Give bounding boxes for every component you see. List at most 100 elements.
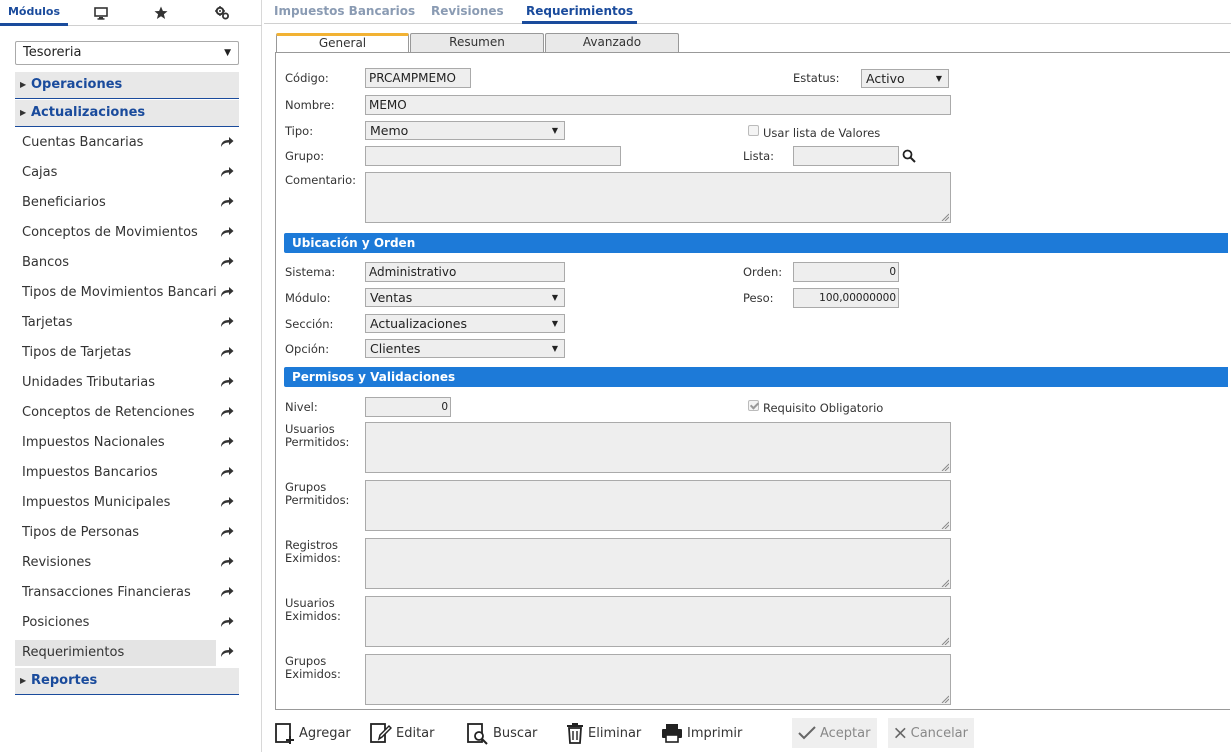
opcion-select[interactable]: Clientes ▼ <box>365 339 565 358</box>
sidebar-item[interactable]: Requerimientos <box>15 640 239 666</box>
lista-field[interactable] <box>793 146 899 166</box>
share-arrow-icon[interactable] <box>220 136 234 148</box>
editar-button[interactable]: Editar <box>370 718 435 748</box>
sidebar-item[interactable]: Conceptos de Movimientos <box>15 220 239 246</box>
share-arrow-icon[interactable] <box>220 286 234 298</box>
sidebar-item[interactable]: Tipos de Personas <box>15 520 239 546</box>
aceptar-button[interactable]: Aceptar <box>792 718 877 748</box>
share-arrow-icon[interactable] <box>220 256 234 268</box>
share-arrow-icon[interactable] <box>220 166 234 178</box>
share-arrow-icon[interactable] <box>220 526 234 538</box>
cancelar-button[interactable]: Cancelar <box>888 718 974 748</box>
codigo-field[interactable]: PRCAMPMEMO <box>365 68 471 88</box>
tab-revisiones[interactable]: Revisiones <box>431 0 504 24</box>
resize-grip-icon[interactable] <box>941 521 949 529</box>
sidebar-item[interactable]: Conceptos de Retenciones <box>15 400 239 426</box>
resize-grip-icon[interactable] <box>941 695 949 703</box>
grupos-permitidos-label-2: Permitidos: <box>285 493 350 507</box>
share-arrow-icon[interactable] <box>220 316 234 328</box>
modulo-select[interactable]: Ventas ▼ <box>365 288 565 307</box>
subtab-resumen[interactable]: Resumen <box>410 33 544 52</box>
usar-lista-label: Usar lista de Valores <box>763 126 881 140</box>
share-arrow-icon[interactable] <box>220 346 234 358</box>
tab-modulos[interactable]: Módulos <box>0 0 68 26</box>
sidebar-item[interactable]: Tipos de Movimientos Bancari <box>15 280 239 306</box>
nivel-field[interactable]: 0 <box>365 397 451 417</box>
requisito-label: Requisito Obligatorio <box>763 401 884 415</box>
top-tabs: Impuestos Bancarios Revisiones Requerimi… <box>264 0 1231 24</box>
chevron-down-icon: ▼ <box>551 344 558 353</box>
sidebar-item[interactable]: Impuestos Municipales <box>15 490 239 516</box>
share-arrow-icon[interactable] <box>220 196 234 208</box>
peso-field[interactable]: 100,00000000 <box>793 288 899 308</box>
sidebar-item[interactable]: Cajas <box>15 160 239 186</box>
sidebar-item-label: Conceptos de Movimientos <box>22 225 198 240</box>
sidebar-item[interactable]: Tipos de Tarjetas <box>15 340 239 366</box>
sistema-field[interactable]: Administrativo <box>365 262 565 282</box>
share-arrow-icon[interactable] <box>220 376 234 388</box>
sidebar-item[interactable]: Posiciones <box>15 610 239 636</box>
resize-grip-icon[interactable] <box>941 579 949 587</box>
chevron-down-icon: ▼ <box>935 74 942 83</box>
sidebar-item[interactable]: Cuentas Bancarias <box>15 130 239 156</box>
usar-lista-checkbox[interactable] <box>748 125 759 136</box>
caret-right-icon: ▶ <box>20 676 27 685</box>
share-arrow-icon[interactable] <box>220 646 234 658</box>
sidebar-item[interactable]: Impuestos Nacionales <box>15 430 239 456</box>
grupos-eximidos-textarea[interactable] <box>365 654 951 705</box>
sidebar-item[interactable]: Beneficiarios <box>15 190 239 216</box>
subtab-general[interactable]: General <box>276 33 409 53</box>
grupos-permitidos-textarea[interactable] <box>365 480 951 531</box>
tab-desktop[interactable] <box>84 0 118 26</box>
chevron-down-icon: ▼ <box>551 293 558 302</box>
share-arrow-icon[interactable] <box>220 226 234 238</box>
search-icon[interactable] <box>902 149 916 163</box>
nombre-field[interactable]: MEMO <box>365 95 951 115</box>
tab-requerimientos[interactable]: Requerimientos <box>522 0 638 24</box>
comentario-textarea[interactable] <box>365 172 951 223</box>
tab-favorites[interactable] <box>144 0 178 26</box>
tab-impuestos-bancarios[interactable]: Impuestos Bancarios <box>274 0 415 24</box>
sidebar-item[interactable]: Revisiones <box>15 550 239 576</box>
share-arrow-icon[interactable] <box>220 616 234 628</box>
resize-grip-icon[interactable] <box>941 637 949 645</box>
section-reportes[interactable]: ▶ Reportes <box>15 668 239 695</box>
requisito-checkbox[interactable] <box>748 400 759 411</box>
agregar-button[interactable]: Agregar <box>275 718 351 748</box>
usuarios-permitidos-textarea[interactable] <box>365 422 951 473</box>
tab-settings[interactable] <box>205 0 239 26</box>
sidebar-item[interactable]: Impuestos Bancarios <box>15 460 239 486</box>
buscar-button[interactable]: Buscar <box>467 718 537 748</box>
grupo-field[interactable] <box>365 146 621 166</box>
section-actualizaciones[interactable]: ▶ Actualizaciones <box>15 100 239 127</box>
resize-grip-icon[interactable] <box>941 213 949 221</box>
share-arrow-icon[interactable] <box>220 436 234 448</box>
sidebar-item[interactable]: Unidades Tributarias <box>15 370 239 396</box>
modulo-value: Ventas <box>370 290 413 305</box>
sidebar-item[interactable]: Bancos <box>15 250 239 276</box>
sidebar-item[interactable]: Transacciones Financieras <box>15 580 239 606</box>
usuarios-eximidos-textarea[interactable] <box>365 596 951 647</box>
subtab-avanzado[interactable]: Avanzado <box>545 33 679 52</box>
share-arrow-icon[interactable] <box>220 406 234 418</box>
module-select[interactable]: Tesoreria ▼ <box>15 41 239 65</box>
sidebar-item[interactable]: Tarjetas <box>15 310 239 336</box>
share-arrow-icon[interactable] <box>220 466 234 478</box>
usuarios-permitidos-label-2: Permitidos: <box>285 435 350 449</box>
usuarios-eximidos-label-2: Eximidos: <box>285 609 341 623</box>
resize-grip-icon[interactable] <box>941 463 949 471</box>
share-arrow-icon[interactable] <box>220 556 234 568</box>
eliminar-button[interactable]: Eliminar <box>566 718 641 748</box>
share-arrow-icon[interactable] <box>220 586 234 598</box>
sistema-label: Sistema: <box>285 265 336 279</box>
imprimir-button[interactable]: Imprimir <box>661 718 742 748</box>
sidebar-item-label: Beneficiarios <box>22 195 106 210</box>
section-operaciones[interactable]: ▶ Operaciones <box>15 72 239 99</box>
estatus-select[interactable]: Activo ▼ <box>861 69 949 88</box>
tipo-select[interactable]: Memo ▼ <box>365 121 565 140</box>
share-arrow-icon[interactable] <box>220 496 234 508</box>
orden-field[interactable]: 0 <box>793 262 899 282</box>
registros-eximidos-textarea[interactable] <box>365 538 951 589</box>
usuarios-eximidos-label: Usuarios Eximidos: <box>285 597 341 623</box>
seccion-select[interactable]: Actualizaciones ▼ <box>365 314 565 333</box>
